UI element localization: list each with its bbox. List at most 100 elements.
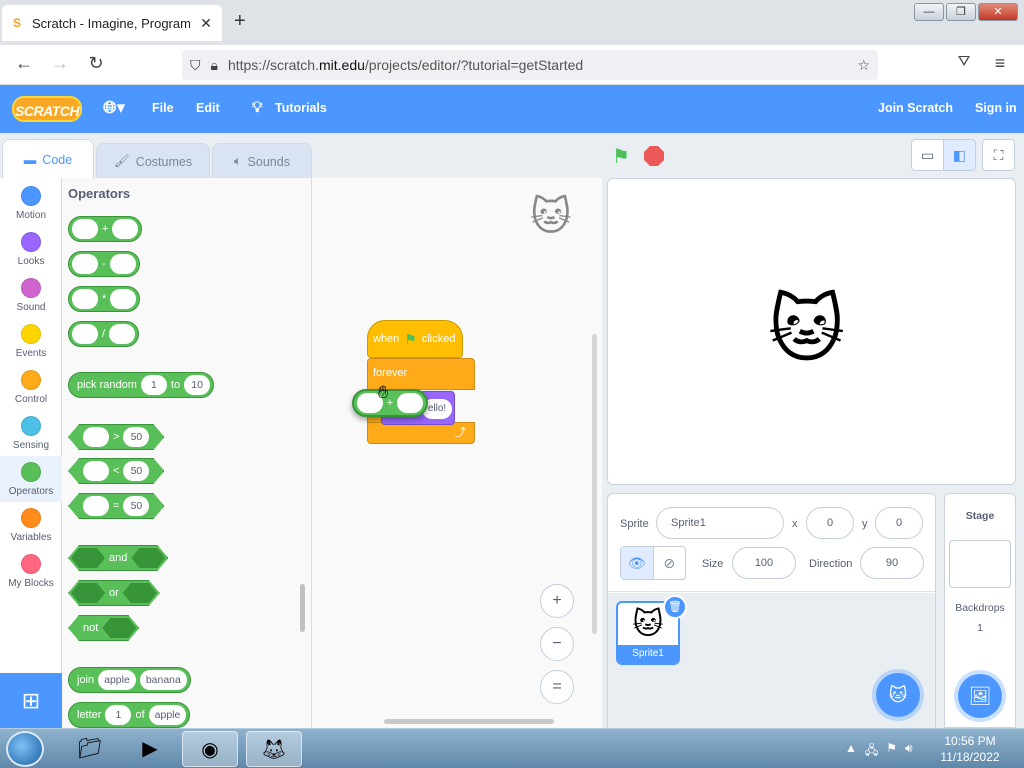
back-arrow-icon[interactable]: ←	[12, 53, 36, 74]
close-tab-icon[interactable]: ✕	[198, 15, 214, 32]
show-eye-icon[interactable]: 👁︎	[621, 547, 654, 579]
add-extension-button[interactable]: ⊞	[0, 673, 62, 728]
zoom-in-button[interactable]: +	[540, 584, 574, 618]
script-vertical-scrollbar[interactable]	[592, 334, 597, 634]
add-block[interactable]: +	[68, 216, 143, 242]
multiply-block[interactable]: *	[68, 286, 141, 312]
media-player-icon[interactable]: ▶	[122, 731, 178, 767]
globe-language-icon[interactable]: 🌐︎▾	[103, 98, 125, 118]
equals-block[interactable]: = 50	[68, 493, 164, 519]
category-sensing[interactable]: Sensing	[0, 410, 62, 456]
flag-alert-icon[interactable]: ⚑	[886, 741, 897, 762]
bookmark-star-icon[interactable]: ☆	[857, 57, 870, 74]
pocket-icon[interactable]: ⛛	[952, 53, 976, 70]
shield-icon[interactable]: ⛉	[190, 57, 201, 74]
maximize-button[interactable]: ❐	[946, 3, 976, 21]
script-area[interactable]: 🐱 when ⚑ clicked forever ⤴ ello! + ✋︎ + …	[312, 178, 602, 728]
zoom-in-icon: +	[552, 592, 562, 609]
tray-expand-icon[interactable]: ▲	[845, 741, 857, 762]
file-explorer-icon[interactable]: 📁︎	[62, 731, 118, 767]
stage-canvas[interactable]: 🐱	[607, 178, 1016, 485]
category-variables[interactable]: Variables	[0, 502, 62, 548]
tab-costumes[interactable]: 🖌︎ Costumes	[96, 143, 210, 179]
category-sound[interactable]: Sound	[0, 272, 62, 318]
address-bar[interactable]: ⛉ 🔒︎ https://scratch.mit.edu/projects/ed…	[182, 50, 878, 80]
fullscreen-button[interactable]: ⛶	[982, 139, 1015, 171]
firefox-icon[interactable]: 🦊︎	[246, 731, 302, 767]
tab-code[interactable]: ▬ Code	[2, 139, 94, 179]
x-input[interactable]: 0	[806, 507, 854, 539]
small-stage-button[interactable]: ▭	[911, 139, 944, 171]
my-blocks-dot-icon	[21, 554, 41, 574]
network-icon[interactable]: 🖧︎	[865, 741, 878, 762]
reload-icon[interactable]: ↻	[84, 53, 108, 74]
sprite-info: Sprite Sprite1 x 0 y 0 👁︎ ⊘ Size 100 Dir…	[608, 494, 935, 592]
stage-selector[interactable]: Stage Backdrops 1 🖼︎	[944, 493, 1016, 728]
sprite-pane: Sprite Sprite1 x 0 y 0 👁︎ ⊘ Size 100 Dir…	[607, 493, 936, 729]
not-block[interactable]: not	[68, 615, 139, 641]
palette-scrollbar[interactable]	[300, 584, 305, 632]
size-input[interactable]: 100	[732, 547, 796, 579]
scratch-logo[interactable]: SCRATCH	[12, 96, 82, 122]
cat-sprite-icon[interactable]: 🐱	[768, 287, 845, 373]
category-looks[interactable]: Looks	[0, 226, 62, 272]
add-backdrop-icon: 🖼︎	[968, 686, 992, 706]
green-flag-button[interactable]: ⚑	[612, 144, 634, 168]
hide-eye-icon[interactable]: ⊘	[654, 547, 686, 579]
volume-icon[interactable]: 🔊︎	[905, 741, 913, 762]
divide-block[interactable]: /	[68, 321, 140, 347]
y-input[interactable]: 0	[875, 507, 923, 539]
speaker-icon: 🔈︎	[234, 154, 242, 168]
start-button[interactable]	[6, 731, 44, 767]
or-block[interactable]: or	[68, 580, 160, 606]
category-operators[interactable]: Operators	[0, 456, 62, 502]
script-horizontal-scrollbar[interactable]	[384, 719, 554, 724]
pick-random-block[interactable]: pick random 1 to 10	[68, 372, 215, 398]
add-sprite-icon: 🐱︎	[888, 685, 908, 705]
add-backdrop-button[interactable]: 🖼︎	[958, 674, 1002, 718]
category-motion[interactable]: Motion	[0, 180, 62, 226]
less-than-block[interactable]: <50	[68, 458, 164, 484]
dragged-add-block[interactable]: +	[352, 389, 428, 417]
lock-icon[interactable]: 🔒︎	[211, 57, 218, 74]
when-flag-clicked-block[interactable]: when ⚑ clicked	[367, 320, 463, 358]
tab-sounds[interactable]: 🔈︎ Sounds	[212, 143, 312, 179]
sign-in-link[interactable]: Sign in	[975, 101, 1017, 115]
forward-arrow-icon[interactable]: →	[48, 53, 72, 74]
menu-tutorials[interactable]: Tutorials	[275, 101, 327, 115]
tab-title: Scratch - Imagine, Program, Sh	[32, 15, 190, 31]
category-events[interactable]: Events	[0, 318, 62, 364]
clock[interactable]: 10:56 PM 11/18/2022	[930, 733, 1010, 765]
zoom-reset-button[interactable]: =	[540, 670, 574, 704]
hamburger-menu-icon[interactable]: ≡	[988, 53, 1012, 74]
and-block[interactable]: and	[68, 545, 168, 571]
add-sprite-button[interactable]: 🐱︎	[876, 673, 920, 717]
window-controls: — ❐ ✕	[914, 3, 1018, 21]
new-tab-icon[interactable]: +	[234, 10, 246, 33]
category-my-blocks[interactable]: My Blocks	[0, 548, 62, 594]
hand-cursor-icon: ✋︎	[378, 382, 389, 402]
minimize-button[interactable]: —	[914, 3, 944, 21]
close-window-button[interactable]: ✕	[978, 3, 1018, 21]
fullscreen-icon: ⛶	[993, 147, 1004, 163]
join-scratch-link[interactable]: Join Scratch	[878, 101, 953, 115]
brush-icon: 🖌︎	[113, 154, 130, 168]
chrome-icon[interactable]: ◉	[182, 731, 238, 767]
normal-stage-button[interactable]: ◧	[943, 139, 976, 171]
delete-sprite-icon[interactable]: 🗑︎	[663, 595, 687, 619]
zoom-out-button[interactable]: −	[540, 627, 574, 661]
greater-than-block[interactable]: >50	[68, 424, 164, 450]
direction-input[interactable]: 90	[860, 547, 924, 579]
subtract-block[interactable]: -	[68, 251, 140, 277]
menu-file[interactable]: File	[152, 101, 174, 115]
sprite-name-input[interactable]: Sprite1	[656, 507, 784, 539]
menu-edit[interactable]: Edit	[196, 101, 220, 115]
stop-button[interactable]	[644, 146, 664, 166]
stage-thumbnail[interactable]	[949, 540, 1011, 588]
system-tray: ▲ 🖧︎ ⚑ 🔊︎	[845, 741, 913, 762]
category-control[interactable]: Control	[0, 364, 62, 410]
browser-tab[interactable]: S Scratch - Imagine, Program, Sh ✕	[2, 5, 222, 41]
add-extension-icon: ⊞	[21, 688, 41, 713]
letter-of-block[interactable]: letter 1 of apple	[68, 702, 191, 728]
join-block[interactable]: join apple banana	[68, 667, 191, 693]
